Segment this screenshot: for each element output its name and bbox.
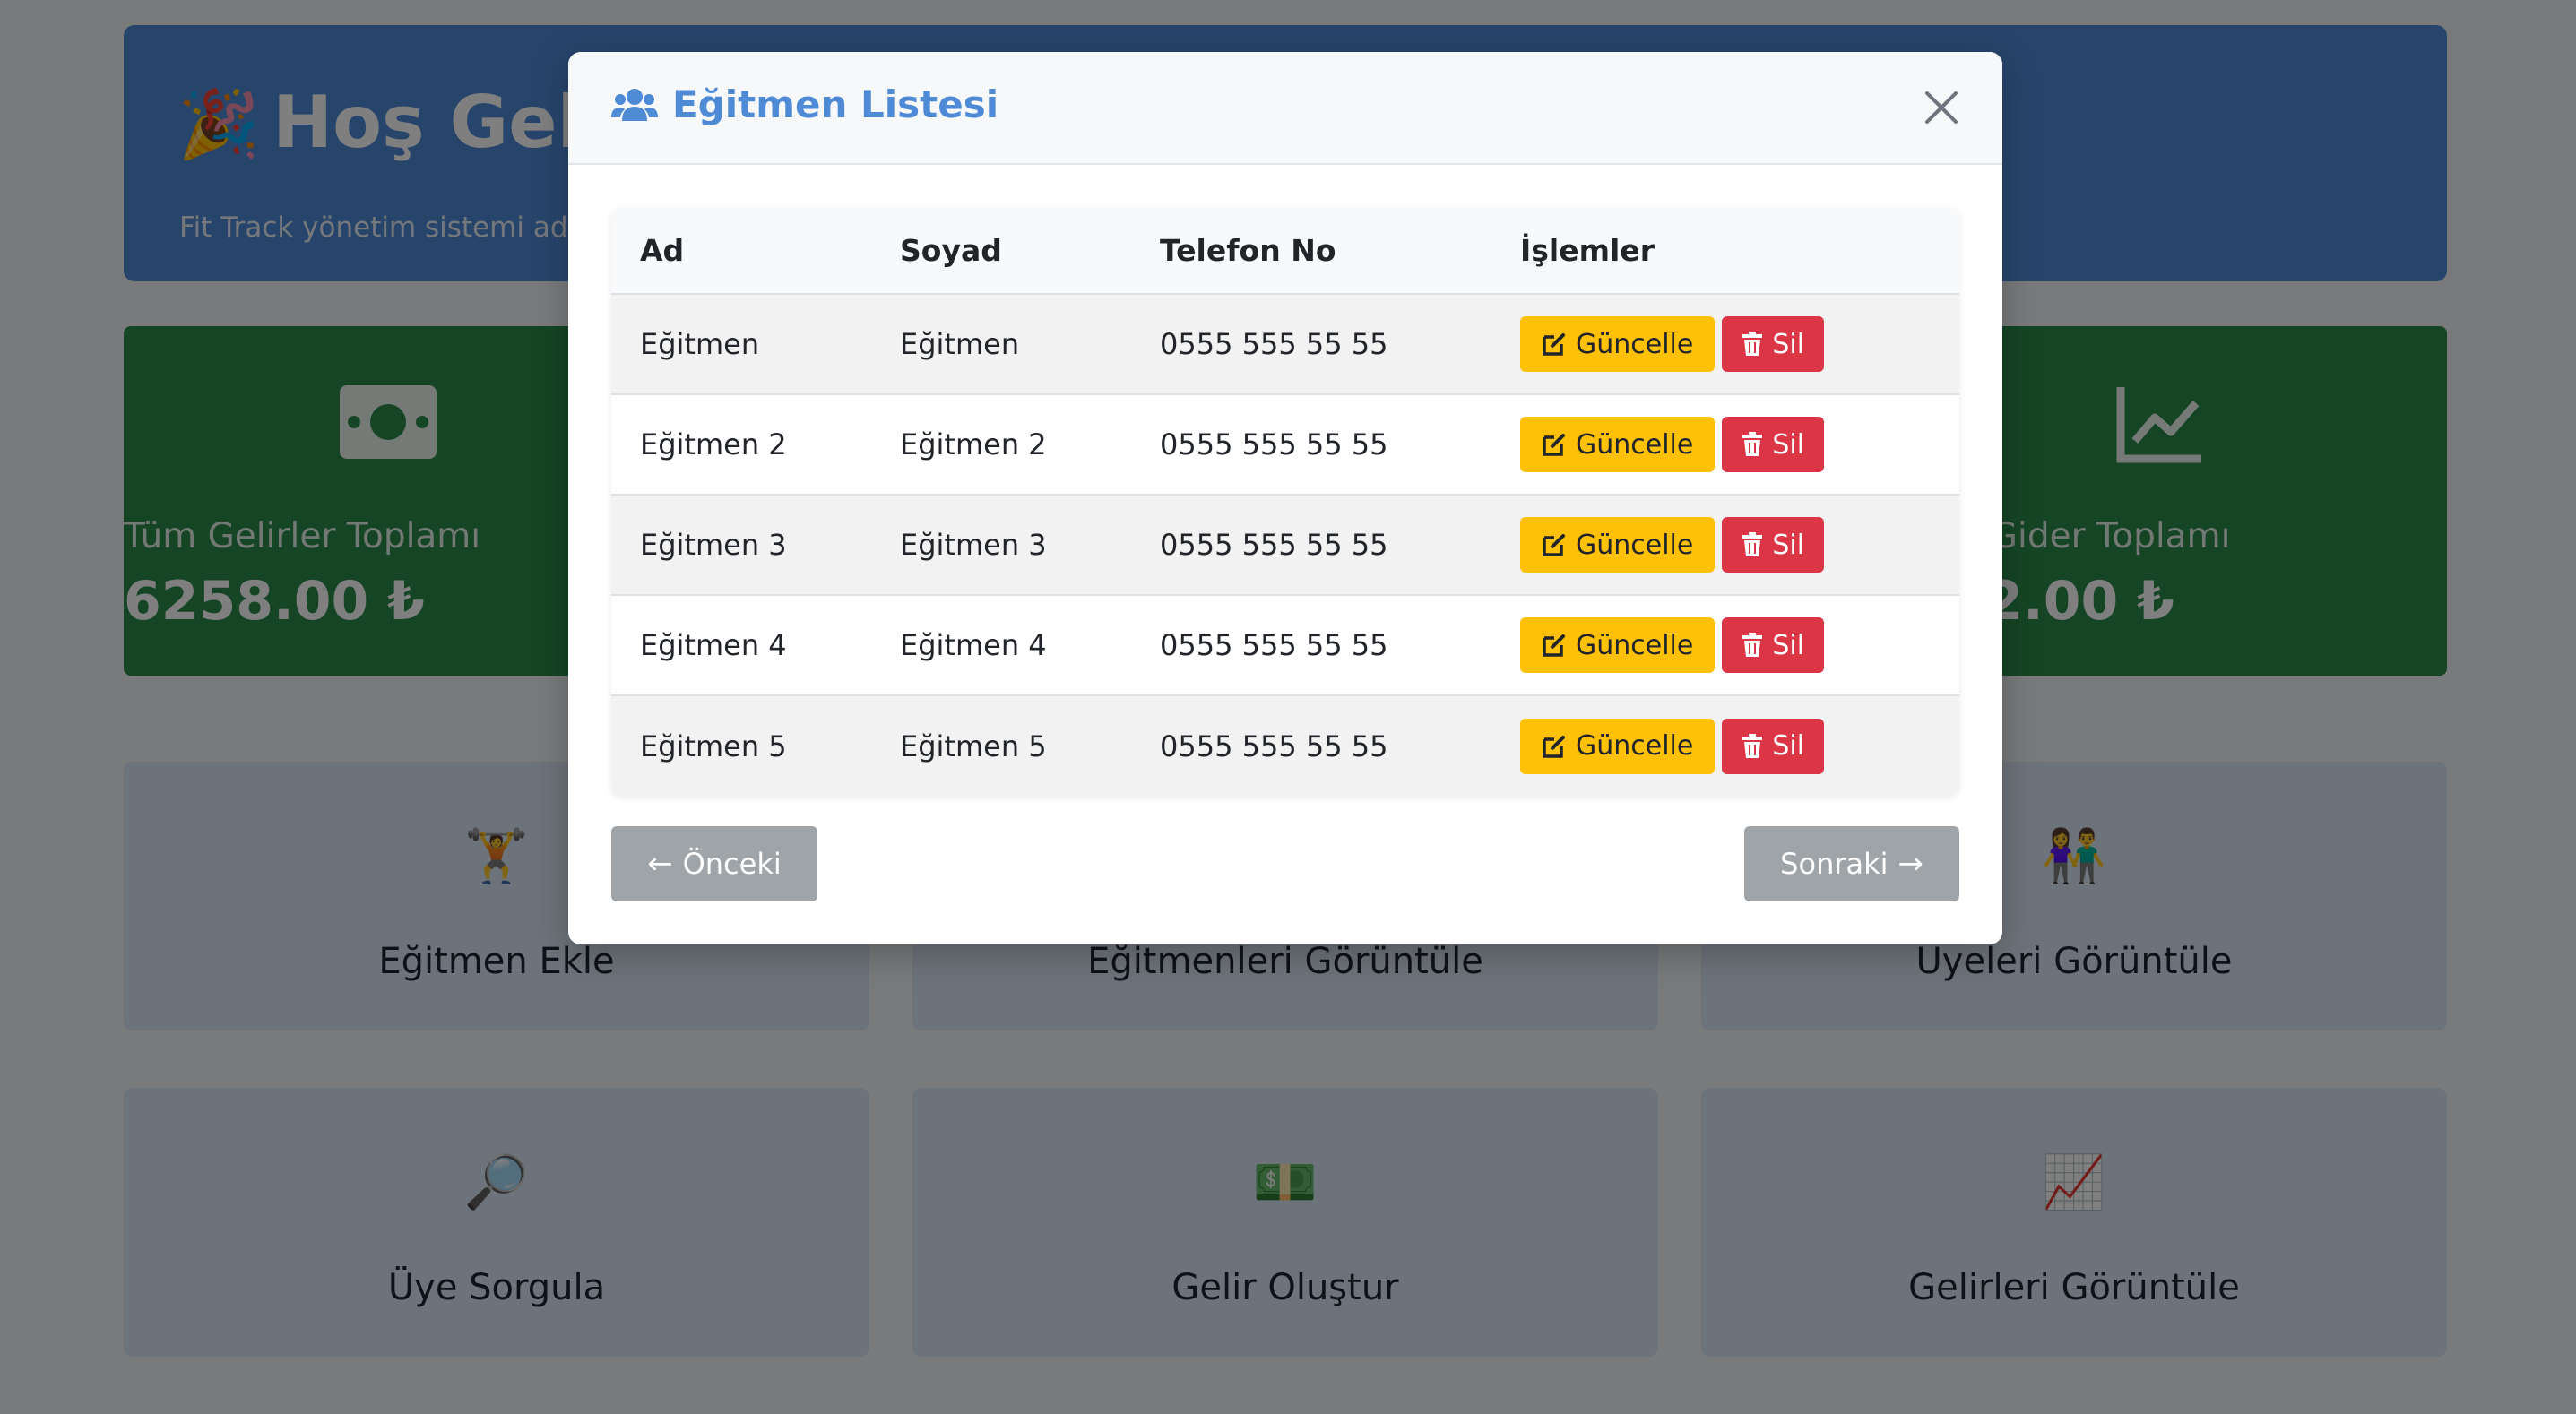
- table-row: Eğitmen 5 Eğitmen 5 0555 555 55 55 Günce…: [611, 695, 1959, 796]
- cell-ad: Eğitmen 4: [640, 628, 787, 662]
- column-header-soyad: Soyad: [900, 233, 1002, 268]
- delete-button[interactable]: Sil: [1722, 517, 1825, 573]
- modal-header: Eğitmen Listesi: [568, 52, 2002, 165]
- cell-telefon: 0555 555 55 55: [1160, 729, 1388, 763]
- edit-icon: [1543, 735, 1565, 758]
- trainer-table-body: Eğitmen Eğitmen 0555 555 55 55 Güncelle …: [611, 294, 1959, 796]
- update-button-label: Güncelle: [1576, 328, 1694, 360]
- delete-button-label: Sil: [1772, 428, 1805, 461]
- cell-soyad: Eğitmen: [900, 327, 1020, 361]
- cell-soyad: Eğitmen 2: [900, 427, 1047, 461]
- table-row: Eğitmen Eğitmen 0555 555 55 55 Güncelle …: [611, 294, 1959, 394]
- close-button[interactable]: [1920, 86, 1963, 129]
- cell-telefon: 0555 555 55 55: [1160, 427, 1388, 461]
- users-icon: [611, 87, 658, 123]
- cell-ad: Eğitmen 2: [640, 427, 787, 461]
- trash-icon: [1742, 332, 1763, 356]
- cell-actions: Güncelle Sil: [1491, 294, 1959, 394]
- update-button[interactable]: Güncelle: [1520, 417, 1716, 472]
- column-header-islemler: İşlemler: [1520, 233, 1655, 268]
- update-button-label: Güncelle: [1576, 529, 1694, 561]
- arrow-left-icon: ←: [647, 846, 683, 882]
- close-icon: [1925, 91, 1958, 124]
- cell-telefon: 0555 555 55 55: [1160, 628, 1388, 662]
- next-page-label: Sonraki: [1780, 847, 1889, 881]
- previous-page-button[interactable]: ← Önceki: [611, 826, 817, 901]
- table-row: Eğitmen 2 Eğitmen 2 0555 555 55 55 Günce…: [611, 394, 1959, 495]
- cell-actions: Güncelle Sil: [1491, 495, 1959, 595]
- edit-icon: [1543, 634, 1565, 657]
- update-button-label: Güncelle: [1576, 629, 1694, 661]
- column-header-telefon: Telefon No: [1160, 233, 1336, 268]
- table-row: Eğitmen 4 Eğitmen 4 0555 555 55 55 Günce…: [611, 595, 1959, 695]
- table-row: Eğitmen 3 Eğitmen 3 0555 555 55 55 Günce…: [611, 495, 1959, 595]
- cell-telefon: 0555 555 55 55: [1160, 327, 1388, 361]
- trainer-table: Ad Soyad Telefon No İşlemler Eğitmen Eği…: [611, 208, 1959, 796]
- update-button-label: Güncelle: [1576, 730, 1694, 762]
- edit-icon: [1543, 333, 1565, 356]
- table-header-row: Ad Soyad Telefon No İşlemler: [611, 208, 1959, 294]
- cell-telefon: 0555 555 55 55: [1160, 528, 1388, 562]
- cell-actions: Güncelle Sil: [1491, 695, 1959, 796]
- update-button-label: Güncelle: [1576, 428, 1694, 461]
- trainer-list-modal: Eğitmen Listesi Ad Soyad Telefon No İşle…: [568, 52, 2002, 944]
- arrow-right-icon: →: [1888, 846, 1923, 882]
- delete-button-label: Sil: [1772, 328, 1805, 360]
- trainer-table-wrapper: Ad Soyad Telefon No İşlemler Eğitmen Eği…: [611, 208, 1959, 796]
- previous-page-label: Önceki: [682, 847, 782, 881]
- delete-button-label: Sil: [1772, 730, 1805, 762]
- update-button[interactable]: Güncelle: [1520, 718, 1716, 774]
- edit-icon: [1543, 534, 1565, 556]
- cell-ad: Eğitmen: [640, 327, 760, 361]
- trash-icon: [1742, 733, 1763, 758]
- delete-button-label: Sil: [1772, 629, 1805, 661]
- update-button[interactable]: Güncelle: [1520, 517, 1716, 573]
- delete-button[interactable]: Sil: [1722, 718, 1825, 774]
- modal-title-text: Eğitmen Listesi: [672, 82, 999, 126]
- trash-icon: [1742, 532, 1763, 556]
- trash-icon: [1742, 432, 1763, 456]
- cell-ad: Eğitmen 5: [640, 729, 787, 763]
- delete-button[interactable]: Sil: [1722, 617, 1825, 673]
- edit-icon: [1543, 434, 1565, 456]
- update-button[interactable]: Güncelle: [1520, 316, 1716, 372]
- cell-actions: Güncelle Sil: [1491, 394, 1959, 495]
- cell-soyad: Eğitmen 3: [900, 528, 1047, 562]
- cell-soyad: Eğitmen 4: [900, 628, 1047, 662]
- delete-button-label: Sil: [1772, 529, 1805, 561]
- column-header-ad: Ad: [640, 233, 685, 268]
- cell-ad: Eğitmen 3: [640, 528, 787, 562]
- next-page-button[interactable]: Sonraki →: [1744, 826, 1959, 901]
- cell-actions: Güncelle Sil: [1491, 595, 1959, 695]
- cell-soyad: Eğitmen 5: [900, 729, 1047, 763]
- modal-title: Eğitmen Listesi: [611, 82, 998, 126]
- delete-button[interactable]: Sil: [1722, 316, 1825, 372]
- update-button[interactable]: Güncelle: [1520, 617, 1716, 673]
- delete-button[interactable]: Sil: [1722, 417, 1825, 472]
- trash-icon: [1742, 633, 1763, 657]
